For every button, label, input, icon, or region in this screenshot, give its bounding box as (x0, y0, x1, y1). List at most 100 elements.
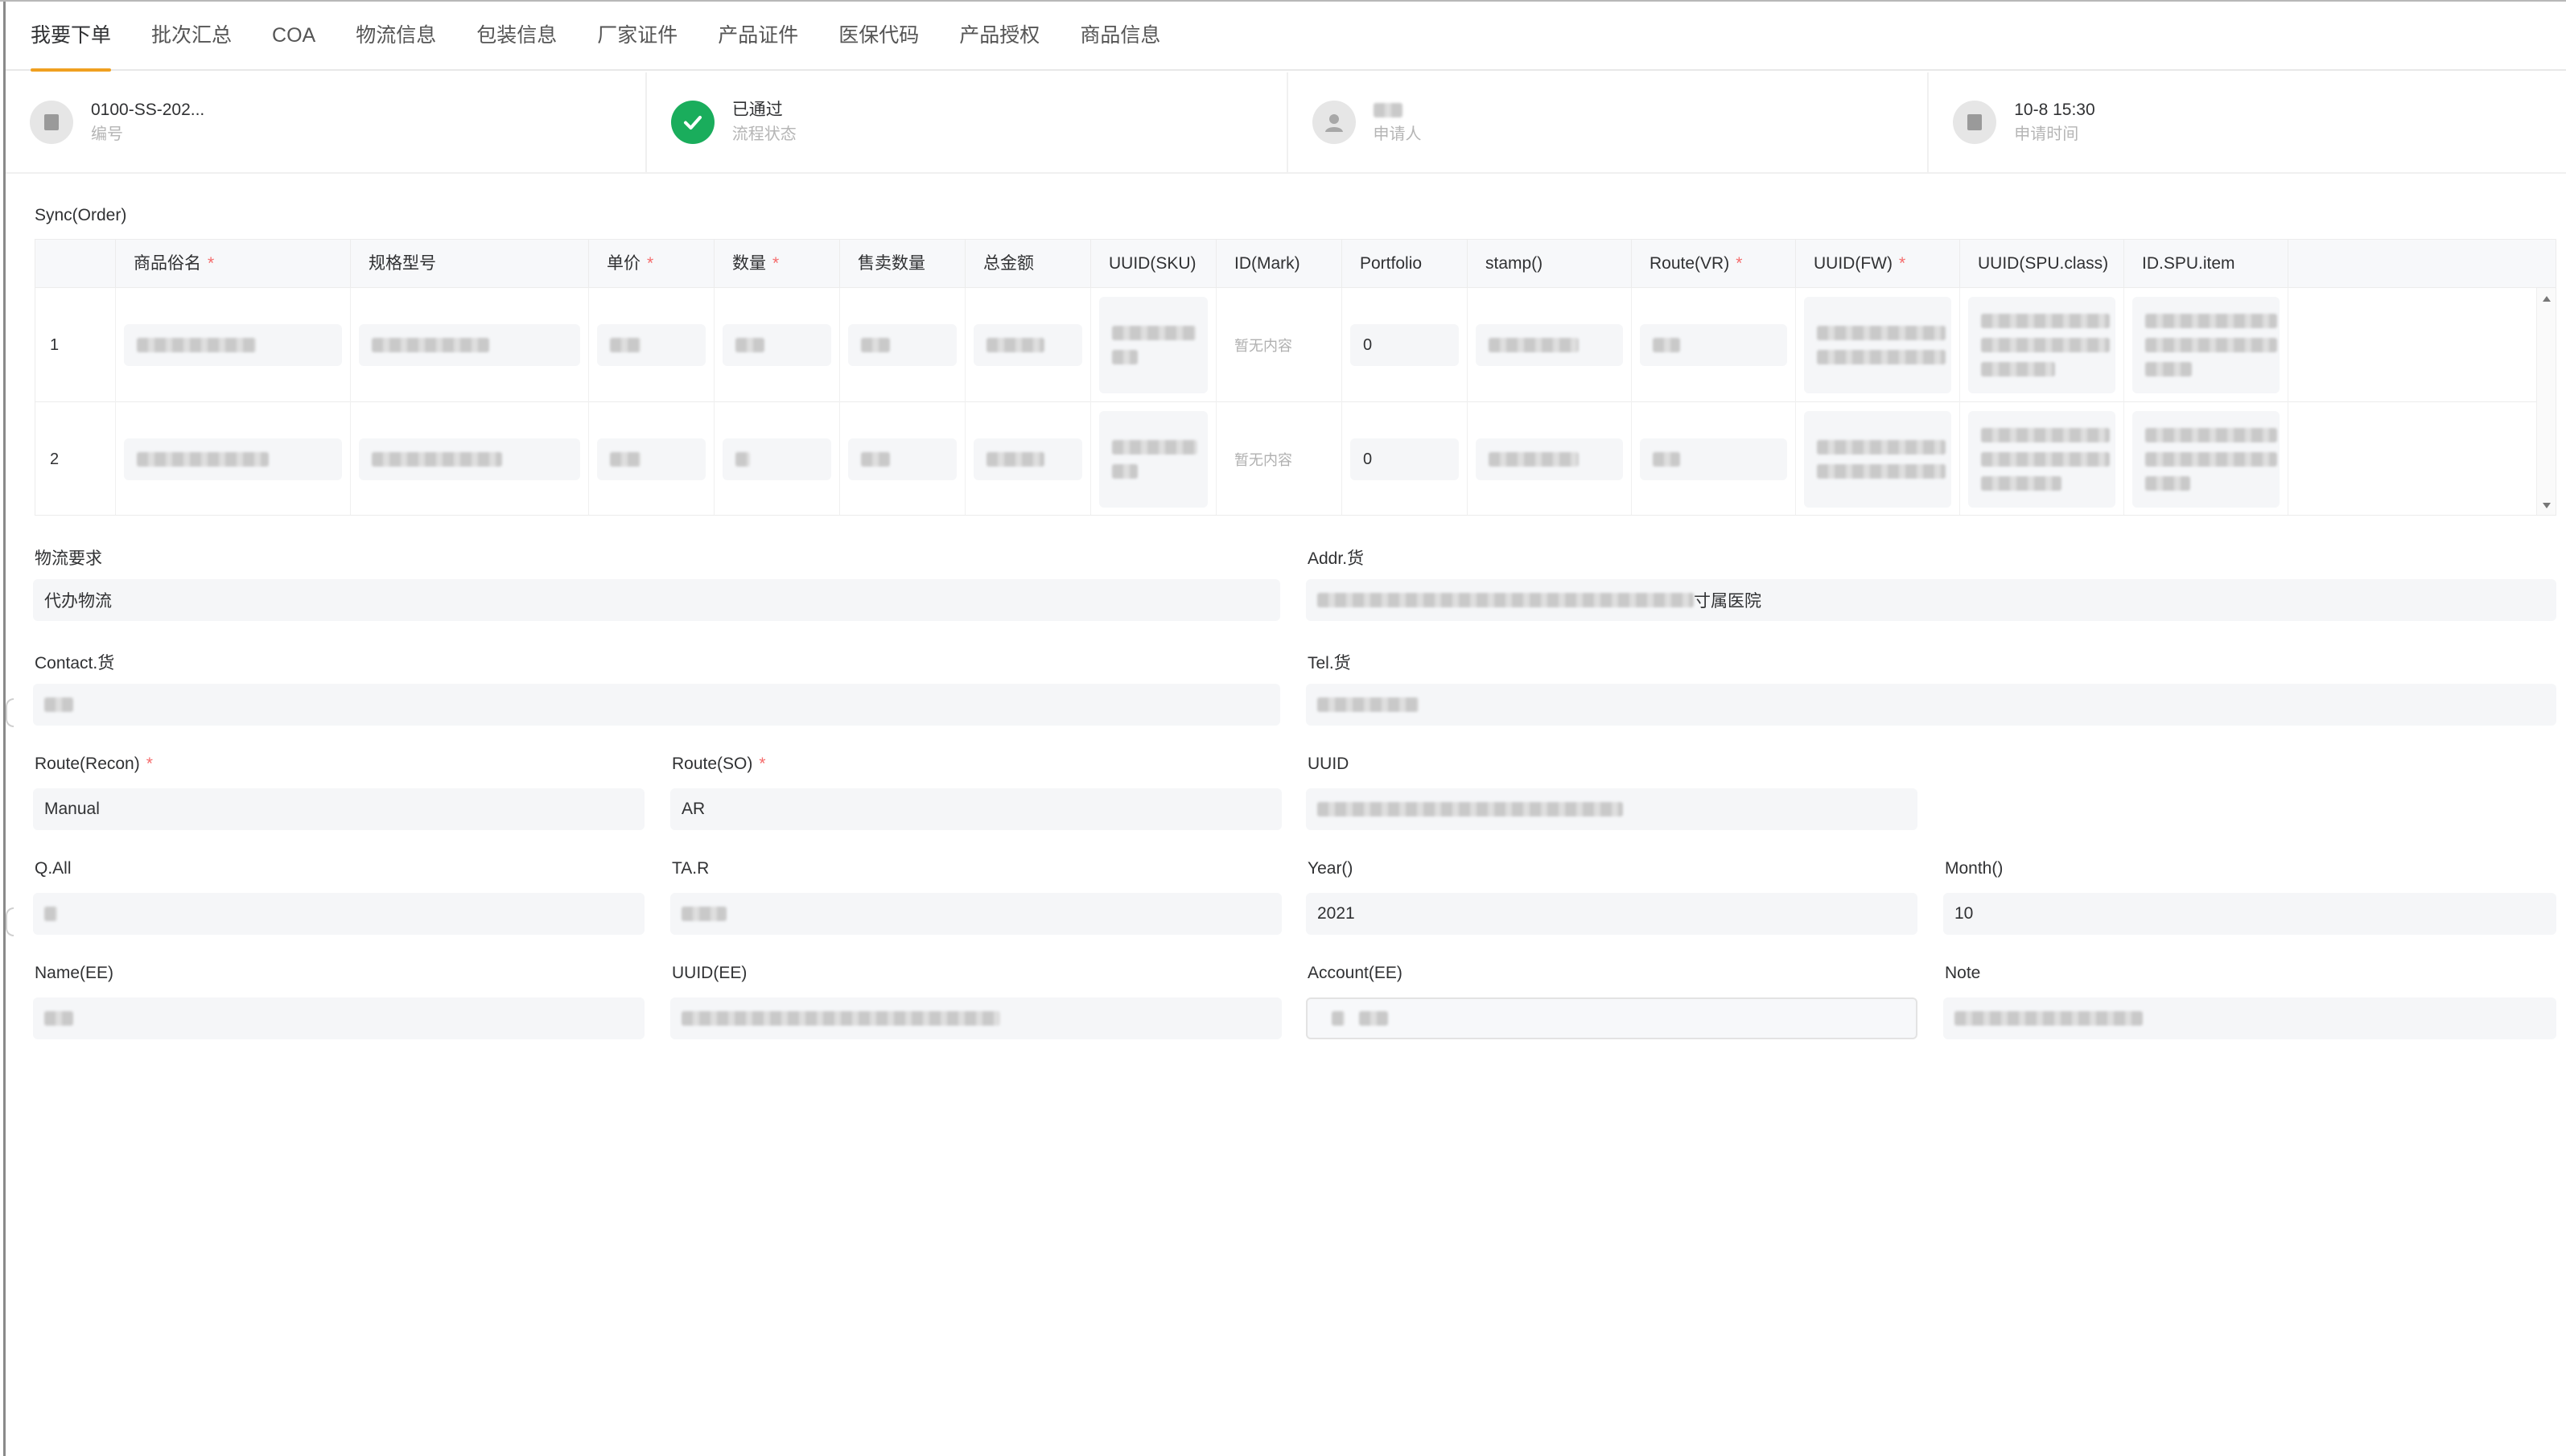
header-route-vr: Route(VR) * (1632, 240, 1796, 288)
tab-batch-summary[interactable]: 批次汇总 (131, 1, 252, 70)
document-icon (30, 101, 73, 144)
header-quantity: 数量 * (715, 240, 840, 288)
tab-manufacturer-certs[interactable]: 厂家证件 (577, 1, 698, 70)
apply-time: 10-8 15:30 (2014, 101, 2095, 119)
order-section-title: Sync(Order) (35, 206, 127, 224)
table-scrollbar[interactable] (2536, 288, 2556, 515)
portfolio-input[interactable]: 0 (1350, 324, 1459, 366)
addr-suffix: 寸属医院 (1694, 592, 1761, 611)
uuid-fw-field[interactable] (1804, 411, 1951, 508)
contact-input[interactable] (33, 684, 1280, 726)
tab-logistics[interactable]: 物流信息 (336, 1, 456, 70)
logistics-req-input[interactable]: 代办物流 (33, 579, 1280, 621)
name-ee-input[interactable] (33, 997, 645, 1039)
id-mark-empty: 暂无内容 (1234, 338, 1292, 354)
applicant-name (1373, 98, 1422, 122)
header-id-spu-item: ID.SPU.item (2124, 240, 2288, 288)
check-circle-icon (670, 101, 715, 144)
route-recon-input[interactable]: Manual (33, 788, 645, 830)
year-label: Year() (1308, 859, 1353, 878)
spec-input[interactable] (359, 324, 580, 366)
quantity-input[interactable] (723, 324, 831, 366)
process-status: 已通过 (731, 101, 783, 119)
status-summary: 已通过 流程状态 (647, 72, 1288, 172)
sold-quantity-input[interactable] (848, 438, 957, 480)
addr-input[interactable]: 寸属医院 (1306, 579, 2556, 621)
header-index (35, 240, 116, 288)
month-label: Month() (1945, 859, 2004, 878)
stamp-input[interactable] (1476, 438, 1623, 480)
sold-quantity-input[interactable] (848, 324, 957, 366)
tab-place-order[interactable]: 我要下单 (28, 1, 131, 72)
uuid-fw-field[interactable] (1804, 297, 1951, 393)
unit-price-input[interactable] (597, 324, 706, 366)
route-vr-input[interactable] (1640, 324, 1787, 366)
common-name-input[interactable] (124, 324, 342, 366)
tab-insurance-code[interactable]: 医保代码 (818, 1, 939, 70)
portfolio-input[interactable]: 0 (1350, 438, 1459, 480)
q-all-input[interactable] (33, 893, 645, 935)
ta-r-input[interactable] (670, 893, 1282, 935)
edge-marker (6, 698, 14, 727)
uuid-input[interactable] (1306, 788, 1917, 830)
row-index: 2 (50, 450, 60, 468)
table-header: 商品俗名 * 规格型号 单价 * 数量 * 售卖数量 总金额 UUID(SKU) ID… (35, 240, 2556, 288)
uuid-sku-field[interactable] (1099, 411, 1208, 508)
user-avatar-icon (1312, 101, 1356, 144)
edge-marker (6, 907, 14, 936)
tab-packaging[interactable]: 包装信息 (456, 1, 577, 70)
q-all-label: Q.All (35, 859, 72, 878)
total-amount-input[interactable] (974, 438, 1082, 480)
uuid-ee-input[interactable] (670, 997, 1282, 1039)
tab-product-authorization[interactable]: 产品授权 (939, 1, 1060, 70)
quantity-input[interactable] (723, 438, 831, 480)
tel-input[interactable] (1306, 684, 2556, 726)
uuid-spu-class-field[interactable] (1968, 411, 2115, 508)
summary-strip: 0100-SS-202... 编号 已通过 流程状态 申请人 10-8 15:3… (6, 72, 2566, 174)
scroll-down-arrow-icon[interactable] (2543, 503, 2551, 508)
table-row: 1 暂无内容 0 (35, 288, 2556, 402)
id-spu-item-field[interactable] (2132, 297, 2280, 393)
tab-bar: 我要下单 批次汇总 COA 物流信息 包装信息 厂家证件 产品证件 医保代码 产… (6, 1, 2566, 72)
order-number: 0100-SS-202... (91, 101, 205, 119)
time-summary: 10-8 15:30 申请时间 (1929, 72, 2566, 172)
contact-label: Contact.货 (35, 654, 115, 672)
note-label: Note (1945, 964, 1981, 982)
applicant-label: 申请人 (1373, 125, 1422, 143)
total-amount-input[interactable] (974, 324, 1082, 366)
uuid-sku-field[interactable] (1099, 297, 1208, 393)
row-index: 1 (50, 335, 60, 354)
year-input[interactable]: 2021 (1306, 893, 1917, 935)
uuid-spu-class-field[interactable] (1968, 297, 2115, 393)
spec-input[interactable] (359, 438, 580, 480)
route-vr-input[interactable] (1640, 438, 1787, 480)
route-recon-label: Route(Recon) * (35, 755, 153, 773)
header-total-amount: 总金额 (966, 240, 1091, 288)
common-name-input[interactable] (124, 438, 342, 480)
page: 我要下单 批次汇总 COA 物流信息 包装信息 厂家证件 产品证件 医保代码 产… (3, 2, 2566, 1456)
route-so-input[interactable]: AR (670, 788, 1282, 830)
note-input[interactable] (1943, 997, 2556, 1039)
header-uuid-fw: UUID(FW) * (1796, 240, 1960, 288)
apply-time-label: 申请时间 (2014, 125, 2079, 143)
calendar-icon (1953, 101, 1997, 144)
tab-product-certs[interactable]: 产品证件 (698, 1, 818, 70)
uuid-ee-label: UUID(EE) (672, 964, 748, 982)
tab-goods-info[interactable]: 商品信息 (1060, 1, 1180, 70)
header-portfolio: Portfolio (1342, 240, 1468, 288)
route-so-label: Route(SO) * (672, 755, 766, 773)
unit-price-input[interactable] (597, 438, 706, 480)
id-mark-empty: 暂无内容 (1234, 452, 1292, 468)
order-table: 商品俗名 * 规格型号 单价 * 数量 * 售卖数量 总金额 UUID(SKU) ID… (35, 239, 2556, 516)
header-uuid-sku: UUID(SKU) (1091, 240, 1217, 288)
account-ee-input[interactable] (1306, 997, 1917, 1039)
applicant-summary: 申请人 (1288, 72, 1930, 172)
tab-coa[interactable]: COA (252, 1, 336, 70)
scroll-up-arrow-icon[interactable] (2543, 296, 2551, 302)
stamp-input[interactable] (1476, 324, 1623, 366)
id-spu-item-field[interactable] (2132, 411, 2280, 508)
table-row: 2 暂无内容 0 (35, 402, 2556, 515)
process-status-label: 流程状态 (731, 125, 797, 143)
logistics-req-label: 物流要求 (35, 549, 102, 568)
month-input[interactable]: 10 (1943, 893, 2556, 935)
